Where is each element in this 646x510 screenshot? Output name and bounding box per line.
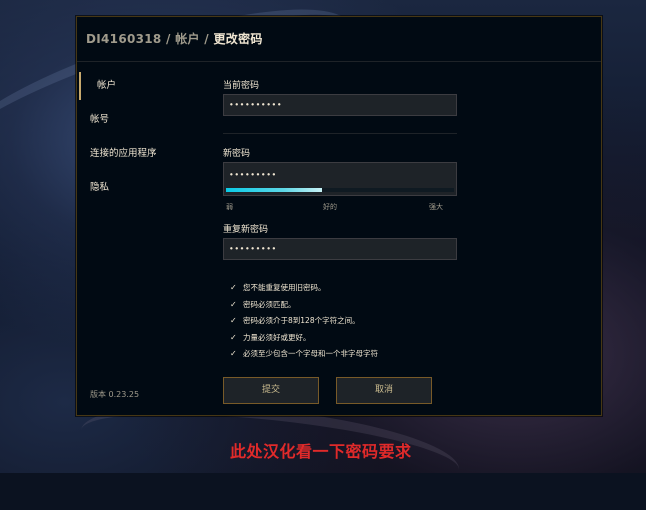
- check-icon: ✓: [230, 349, 237, 358]
- settings-dialog: DI4160318 / 帐户 / 更改密码 帐户 帐号 连接的应用程序 隐私 版…: [76, 16, 602, 416]
- requirement-item: ✓ 必须至少包含一个字母和一个非字母字符: [230, 346, 378, 363]
- sidebar-item-label: 帐号: [90, 114, 110, 125]
- requirement-item: ✓ 您不能重复使用旧密码。: [230, 280, 378, 297]
- password-requirements: ✓ 您不能重复使用旧密码。 ✓ 密码必须匹配。 ✓ 密码必须介于8到128个字符之间。…: [230, 280, 378, 363]
- confirm-password-label: 重复新密码: [223, 225, 269, 235]
- strength-label-weak: 弱: [226, 203, 233, 211]
- breadcrumb-current-page: 更改密码: [213, 32, 263, 46]
- new-password-field[interactable]: •••••••••: [223, 162, 457, 196]
- requirement-text: 必须至少包含一个字母和一个非字母字符: [243, 349, 378, 358]
- current-password-field[interactable]: ••••••••••: [223, 94, 457, 116]
- requirement-text: 力量必须好或更好。: [243, 332, 311, 342]
- sidebar-item-connected-apps[interactable]: 连接的应用程序: [77, 137, 207, 171]
- requirement-item: ✓ 力量必须好或更好。: [230, 330, 378, 347]
- cancel-button[interactable]: 取消: [336, 377, 432, 404]
- confirm-password-value: •••••••••: [229, 244, 277, 254]
- check-icon: ✓: [230, 283, 237, 292]
- check-icon: ✓: [230, 316, 237, 325]
- sidebar-item-account[interactable]: 帐户: [77, 69, 207, 103]
- sidebar-item-label: 隐私: [90, 182, 110, 193]
- requirement-item: ✓ 密码必须介于8到128个字符之间。: [230, 313, 378, 330]
- sidebar-nav: 帐户 帐号 连接的应用程序 隐私: [77, 69, 207, 205]
- check-icon: ✓: [230, 332, 237, 342]
- password-strength-fill: [226, 188, 322, 192]
- requirement-text: 您不能重复使用旧密码。: [243, 283, 326, 292]
- requirement-text: 密码必须匹配。: [243, 299, 296, 309]
- new-password-label: 新密码: [223, 149, 251, 159]
- sidebar-item-label: 连接的应用程序: [90, 148, 157, 159]
- current-password-label: 当前密码: [223, 81, 260, 91]
- requirement-item: ✓ 密码必须匹配。: [230, 297, 378, 314]
- breadcrumb-section[interactable]: 帐户: [175, 32, 200, 46]
- header-divider: [77, 61, 601, 62]
- breadcrumb-account-id: DI4160318: [86, 32, 162, 46]
- new-password-value: •••••••••: [229, 170, 277, 180]
- confirm-password-field[interactable]: •••••••••: [223, 238, 457, 260]
- section-divider: [223, 133, 457, 134]
- breadcrumb: DI4160318 / 帐户 / 更改密码: [86, 30, 263, 47]
- submit-button[interactable]: 提交: [223, 377, 319, 404]
- strength-label-strong: 强大: [429, 203, 443, 211]
- sidebar-item-privacy[interactable]: 隐私: [77, 171, 207, 205]
- sidebar-item-username[interactable]: 帐号: [77, 103, 207, 137]
- check-icon: ✓: [230, 299, 237, 309]
- current-password-value: ••••••••••: [229, 100, 283, 110]
- breadcrumb-separator: /: [199, 32, 214, 46]
- sidebar-item-label: 帐户: [97, 80, 117, 91]
- strength-label-good: 好的: [323, 203, 337, 211]
- annotation-caption: 此处汉化看一下密码要求: [230, 442, 412, 461]
- version-label: 版本 0.23.25: [90, 390, 140, 399]
- password-strength-bar: [226, 188, 454, 192]
- requirement-text: 密码必须介于8到128个字符之间。: [243, 316, 360, 325]
- breadcrumb-separator: /: [161, 32, 176, 46]
